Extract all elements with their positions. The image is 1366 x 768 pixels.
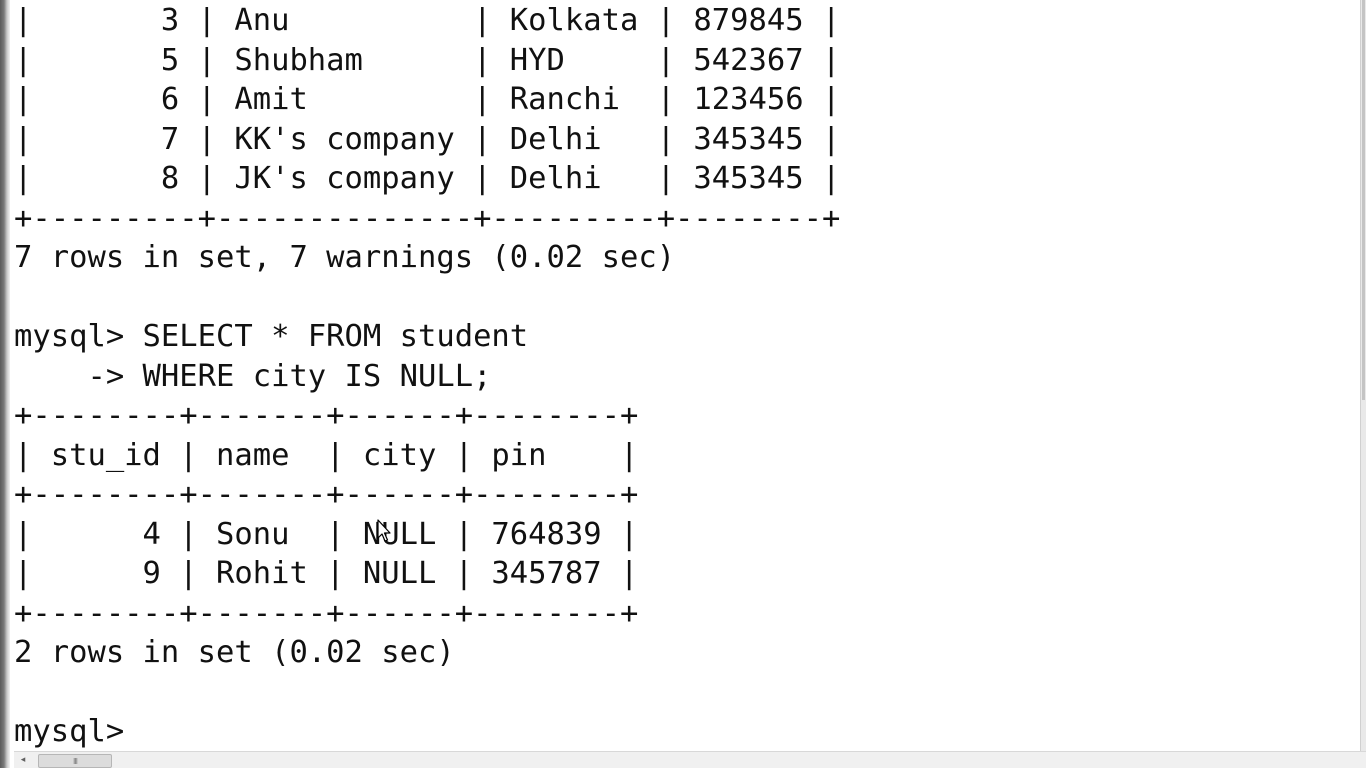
result-row: | 5 | Shubham | HYD | 542367 | bbox=[14, 42, 841, 78]
arrow-pointer-icon bbox=[377, 519, 391, 542]
console-output[interactable]: | 3 | Anu | Kolkata | 879845 | | 5 | Shu… bbox=[14, 0, 1360, 752]
horizontal-scrollbar[interactable]: ◂ III bbox=[14, 751, 1366, 768]
query-line: mysql> SELECT * FROM student bbox=[14, 319, 529, 354]
rows-summary: 7 rows in set, 7 warnings (0.02 sec) bbox=[14, 240, 676, 275]
mysql-prompt[interactable]: mysql> bbox=[14, 712, 840, 752]
result-row: | 8 | JK's company | Delhi | 345345 | bbox=[14, 161, 841, 196]
table-header: | stu_id | name | city | pin | bbox=[14, 437, 639, 473]
table-border: +--------+-------+------+--------+ bbox=[14, 398, 639, 433]
scroll-left-arrow-icon[interactable]: ◂ bbox=[16, 752, 30, 768]
result-row: | 3 | Anu | Kolkata | 879845 | bbox=[14, 3, 841, 38]
table-border: +---------+--------------+---------+----… bbox=[14, 200, 841, 236]
result-row: | 6 | Amit | Ranchi | 123456 | bbox=[14, 82, 841, 117]
table-border: +--------+-------+------+--------+ bbox=[14, 595, 639, 631]
grip-icon: III bbox=[72, 756, 78, 766]
vertical-scrollbar[interactable] bbox=[1360, 0, 1366, 752]
console-lines: | 3 | Anu | Kolkata | 879845 | | 5 | Shu… bbox=[14, 1, 840, 752]
result-row: | 4 | Sonu | NULL | 764839 | bbox=[14, 516, 639, 552]
rows-summary: 2 rows in set (0.02 sec) bbox=[14, 635, 455, 670]
terminal-window: | 3 | Anu | Kolkata | 879845 | | 5 | Shu… bbox=[0, 0, 1366, 768]
query-continuation: -> WHERE city IS NULL; bbox=[14, 358, 492, 394]
horizontal-scroll-thumb[interactable]: III bbox=[38, 754, 112, 768]
prompt-text: mysql> bbox=[14, 714, 143, 749]
text-cursor bbox=[143, 717, 159, 745]
result-row: | 7 | KK's company | Delhi | 345345 | bbox=[14, 121, 841, 157]
vertical-scroll-thumb[interactable] bbox=[1362, 0, 1365, 400]
table-border: +--------+-------+------+--------+ bbox=[14, 477, 639, 512]
window-left-edge bbox=[0, 0, 10, 768]
result-row: | 9 | Rohit | NULL | 345787 | bbox=[14, 556, 639, 591]
